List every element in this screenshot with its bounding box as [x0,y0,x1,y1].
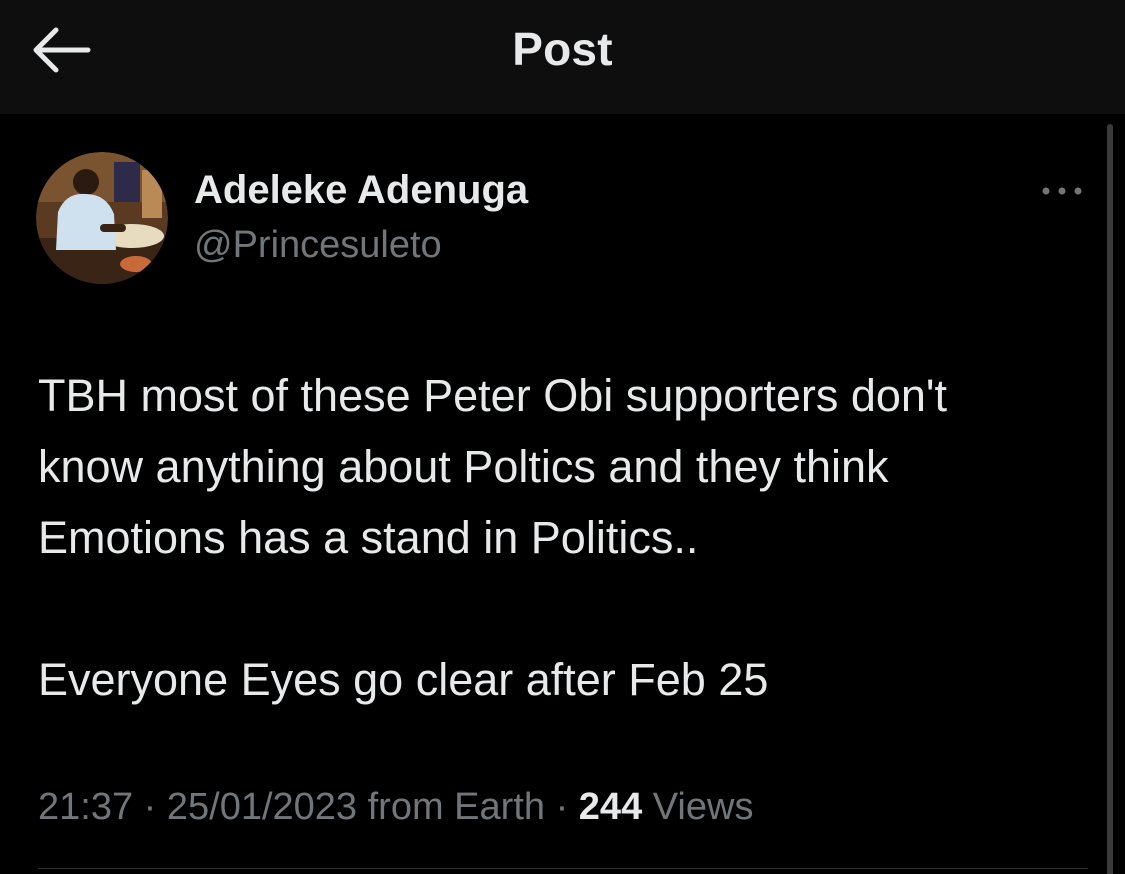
post-metadata: 21:37 · 25/01/2023 from Earth · 244 View… [38,786,753,829]
post-source: from Earth [367,786,546,828]
page-title: Post [512,23,613,75]
views-label[interactable]: Views [653,786,754,828]
views-count[interactable]: 244 [579,786,642,828]
meta-separator: · [143,786,157,828]
post-text-line: TBH most of these Peter Obi supporters d… [38,370,948,421]
author-handle[interactable]: @Princesuleto [194,224,442,267]
post-time[interactable]: 21:37 [38,786,133,828]
avatar-photo [36,152,168,284]
more-horizontal-icon [1042,187,1082,195]
post-text: TBH most of these Peter Obi supporters d… [38,360,1098,715]
top-bar: Post [0,0,1125,114]
avatar[interactable] [36,152,168,284]
post-date[interactable]: 25/01/2023 [167,786,357,828]
author-display-name[interactable]: Adeleke Adenuga [194,168,528,213]
post-text-line: Everyone Eyes go clear after Feb 25 [38,654,769,705]
post-screen: Post Adeleke Adenuga @Princesuleto TBH m… [0,0,1125,874]
divider [38,868,1088,869]
post-text-line: know anything about Poltics and they thi… [38,441,889,492]
post-text-line: Emotions has a stand in Politics.. [38,512,699,563]
scrollbar[interactable] [1107,124,1113,874]
more-options-button[interactable] [1038,176,1086,206]
meta-separator: · [555,786,569,828]
